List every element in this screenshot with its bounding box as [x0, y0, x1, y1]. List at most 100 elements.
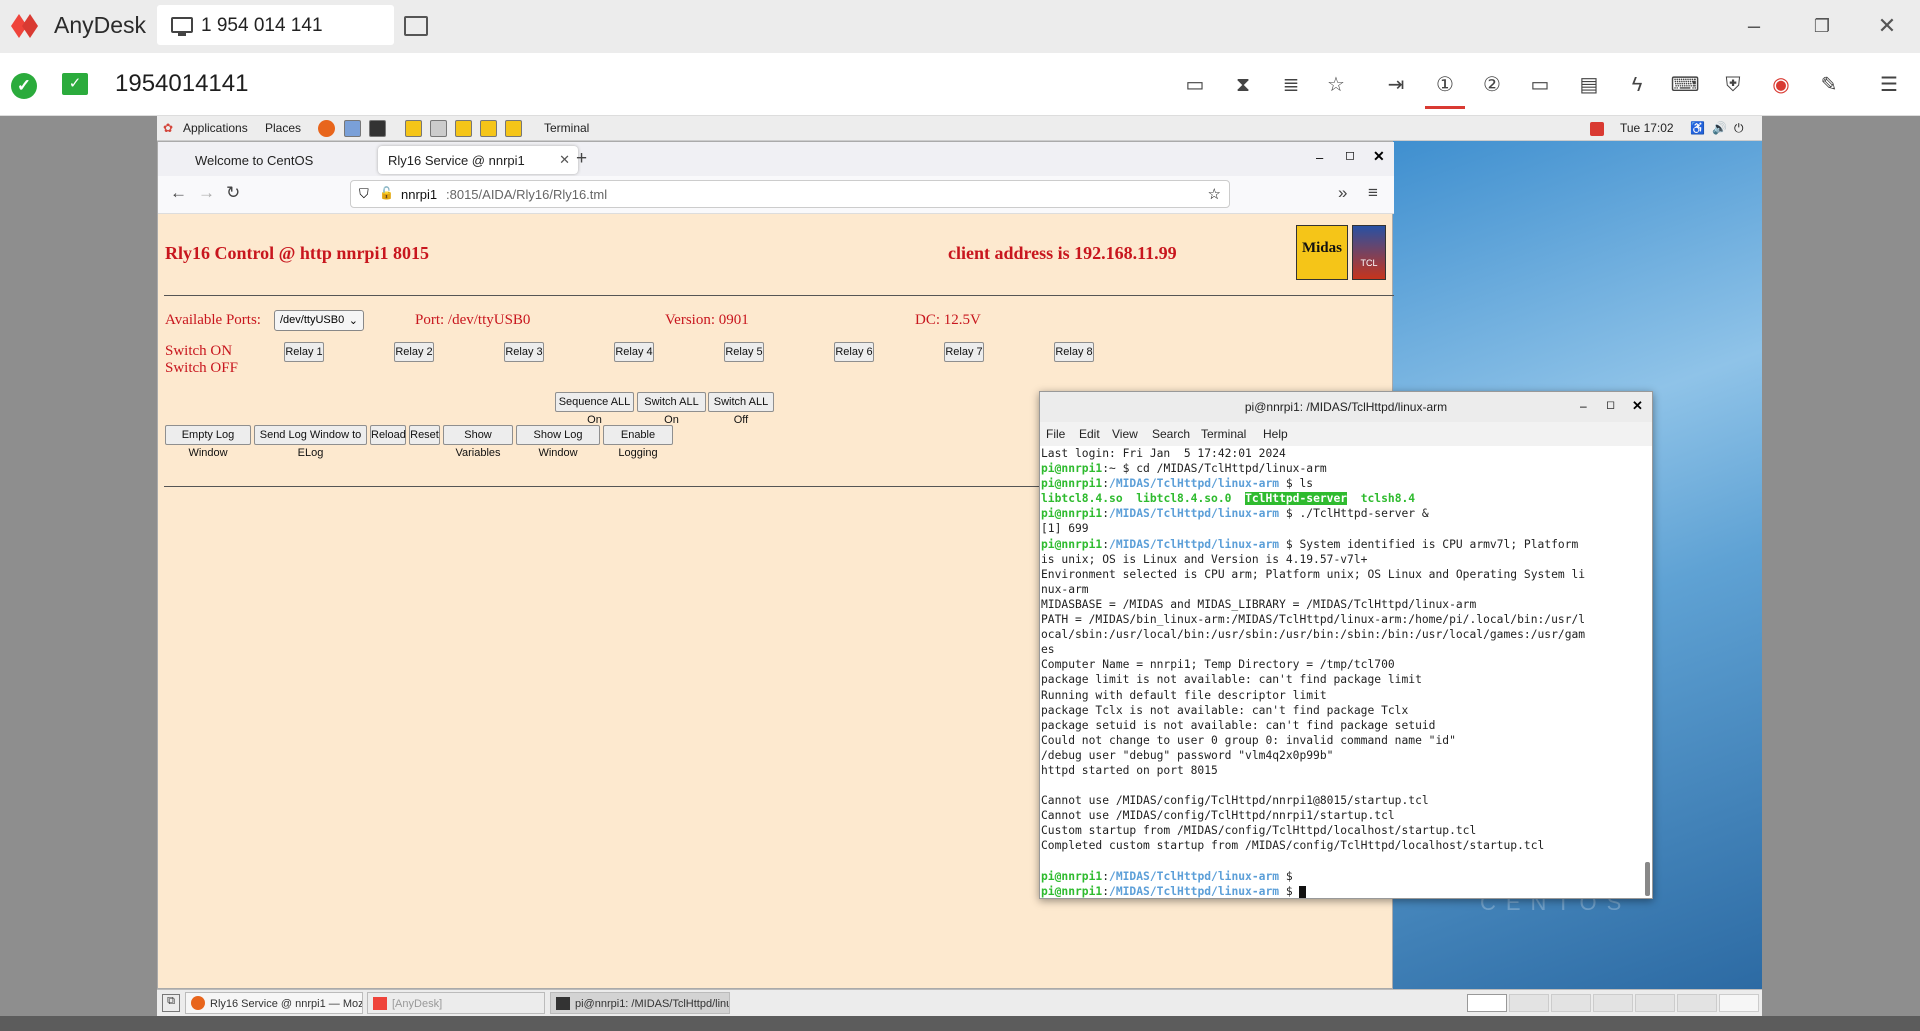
- lock-icon[interactable]: 🔓: [379, 186, 394, 200]
- display-icon[interactable]: ▭: [1525, 70, 1555, 100]
- back-icon[interactable]: ←: [170, 183, 187, 203]
- send-log-to-elog-button[interactable]: Send Log Window to ELog: [254, 425, 367, 459]
- files-launcher-icon[interactable]: [344, 120, 361, 137]
- places-menu[interactable]: Places: [265, 121, 301, 135]
- show-log-window-button[interactable]: Show Log Window: [516, 425, 600, 459]
- firefox-launcher-icon[interactable]: [318, 120, 335, 137]
- menu-terminal[interactable]: Terminal: [1201, 427, 1246, 441]
- chat-icon[interactable]: ▤: [1574, 70, 1604, 100]
- session-tab[interactable]: 1 954 014 141: [157, 5, 394, 45]
- hourglass-icon[interactable]: ⧗: [1228, 70, 1258, 100]
- reset-button[interactable]: Reset: [409, 425, 440, 445]
- close-icon[interactable]: ✕: [1870, 10, 1904, 42]
- close-tab-icon[interactable]: ✕: [559, 152, 570, 168]
- terminal-line: package limit is not available: can't fi…: [1041, 673, 1422, 687]
- favorite-star-icon[interactable]: ☆: [1321, 70, 1351, 100]
- database-icon[interactable]: ≣: [1276, 70, 1306, 100]
- terminal-launcher-icon[interactable]: [369, 120, 386, 137]
- close-icon[interactable]: ✕: [1632, 398, 1643, 414]
- workspace-4[interactable]: [1593, 994, 1633, 1012]
- workspace-3[interactable]: [1551, 994, 1591, 1012]
- midas-launcher-icon-4[interactable]: [505, 120, 522, 137]
- shield-icon[interactable]: ⛉: [359, 186, 369, 202]
- keyboard-icon[interactable]: ⌨: [1670, 70, 1700, 100]
- midas-launcher-icon-3[interactable]: [480, 120, 497, 137]
- url-bar[interactable]: ⛉ 🔓 nnrpi1 :8015/AIDA/Rly16/Rly16.tml ☆: [350, 180, 1230, 208]
- volume-icon[interactable]: 🔊: [1712, 121, 1727, 135]
- whiteboard-pen-icon[interactable]: ✎: [1814, 70, 1844, 100]
- maximize-icon[interactable]: ◻: [1345, 148, 1355, 162]
- actions-lightning-icon[interactable]: ϟ: [1622, 70, 1652, 100]
- relay-2-button[interactable]: Relay 2: [394, 342, 434, 362]
- terminal-line: is unix; OS is Linux and Version is 4.19…: [1041, 552, 1368, 566]
- enable-logging-button[interactable]: Enable Logging: [603, 425, 673, 459]
- screenshot-launcher-icon[interactable]: [430, 120, 447, 137]
- show-desktop-icon[interactable]: ⧉: [162, 994, 180, 1012]
- terminal-line: pi@nnrpi1:/MIDAS/TclHttpd/linux-arm $ ls: [1041, 477, 1314, 491]
- maximize-icon[interactable]: ◻: [1606, 398, 1615, 411]
- applications-menu[interactable]: Applications: [183, 121, 248, 135]
- sequence-all-on-button[interactable]: Sequence ALL On: [555, 392, 634, 426]
- menu-view[interactable]: View: [1112, 427, 1138, 441]
- workspace-5[interactable]: [1635, 994, 1675, 1012]
- minimize-icon[interactable]: ‒: [1580, 399, 1587, 413]
- task-label: pi@nnrpi1: /MIDAS/TclHttpd/linux-a...: [575, 998, 729, 1010]
- bookmark-star-icon[interactable]: ☆: [1208, 185, 1221, 203]
- tab-welcome-centos[interactable]: Welcome to CentOS✕: [185, 146, 401, 174]
- relay-3-button[interactable]: Relay 3: [504, 342, 544, 362]
- tab-strip: Welcome to CentOS✕ Rly16 Service @ nnrpi…: [158, 142, 1394, 176]
- empty-log-window-button[interactable]: Empty Log Window: [165, 425, 251, 459]
- workspace-6[interactable]: [1677, 994, 1717, 1012]
- new-session-icon[interactable]: [404, 16, 428, 36]
- switch-all-on-button[interactable]: Switch ALL On: [637, 392, 706, 426]
- terminal-line: Completed custom startup from /MIDAS/con…: [1041, 839, 1545, 853]
- menu-search[interactable]: Search: [1152, 427, 1190, 441]
- menu-hamburger-icon[interactable]: ☰: [1874, 70, 1904, 100]
- client-address: client address is 192.168.11.99: [948, 243, 1177, 263]
- relay-7-button[interactable]: Relay 7: [944, 342, 984, 362]
- monitor-2-icon[interactable]: ②: [1477, 70, 1507, 100]
- menu-file[interactable]: File: [1046, 427, 1065, 441]
- workspace-1[interactable]: [1467, 994, 1507, 1012]
- workspace-7[interactable]: [1719, 994, 1759, 1012]
- task-terminal[interactable]: pi@nnrpi1: /MIDAS/TclHttpd/linux-a...: [550, 992, 730, 1014]
- relay-8-button[interactable]: Relay 8: [1054, 342, 1094, 362]
- task-firefox[interactable]: Rly16 Service @ nnrpi1 — Mozilla Fi...: [185, 992, 363, 1014]
- power-icon[interactable]: ⏻: [1734, 121, 1744, 136]
- reload-button[interactable]: Reload: [370, 425, 406, 445]
- menu-help[interactable]: Help: [1263, 427, 1288, 441]
- relay-1-button[interactable]: Relay 1: [284, 342, 324, 362]
- relay-5-button[interactable]: Relay 5: [724, 342, 764, 362]
- menu-edit[interactable]: Edit: [1079, 427, 1100, 441]
- file-transfer-icon[interactable]: ⇥: [1381, 70, 1411, 100]
- clock[interactable]: Tue 17:02: [1620, 121, 1674, 135]
- anydesk-tray-icon[interactable]: [1590, 122, 1604, 136]
- switch-all-off-button[interactable]: Switch ALL Off: [708, 392, 774, 426]
- port-select[interactable]: /dev/ttyUSB0 ⌄: [274, 310, 364, 331]
- restore-icon[interactable]: ❐: [1805, 10, 1839, 42]
- close-icon[interactable]: ✕: [1373, 148, 1385, 165]
- monitor-1-icon[interactable]: ①: [1430, 70, 1460, 100]
- relay-6-button[interactable]: Relay 6: [834, 342, 874, 362]
- midas-launcher-icon-2[interactable]: [455, 120, 472, 137]
- overflow-chevron-icon[interactable]: »: [1338, 183, 1347, 203]
- midas-launcher-icon-1[interactable]: [405, 120, 422, 137]
- show-variables-button[interactable]: Show Variables: [443, 425, 513, 459]
- minimize-icon[interactable]: ‒: [1316, 150, 1323, 165]
- app-menu-icon[interactable]: ≡: [1368, 183, 1378, 203]
- permissions-shield-icon[interactable]: ⛨: [1718, 70, 1748, 100]
- new-tab-icon[interactable]: +: [576, 148, 587, 170]
- tab-rly16-service[interactable]: Rly16 Service @ nnrpi1 ✕: [378, 146, 578, 174]
- midas-logo: Midas: [1296, 225, 1348, 280]
- workspace-2[interactable]: [1509, 994, 1549, 1012]
- minimize-icon[interactable]: –: [1737, 10, 1771, 42]
- task-anydesk[interactable]: [AnyDesk]: [367, 992, 545, 1014]
- terminal-output[interactable]: Last login: Fri Jan 5 17:42:01 2024 pi@nn…: [1040, 446, 1652, 898]
- record-icon[interactable]: ◉: [1766, 70, 1796, 100]
- hide-screen-icon[interactable]: ▭: [1180, 70, 1210, 100]
- forward-icon[interactable]: →: [198, 183, 215, 203]
- terminal-scrollbar[interactable]: [1645, 862, 1650, 896]
- reload-icon[interactable]: ↻: [226, 183, 240, 203]
- accessibility-icon[interactable]: ♿: [1690, 121, 1705, 135]
- relay-4-button[interactable]: Relay 4: [614, 342, 654, 362]
